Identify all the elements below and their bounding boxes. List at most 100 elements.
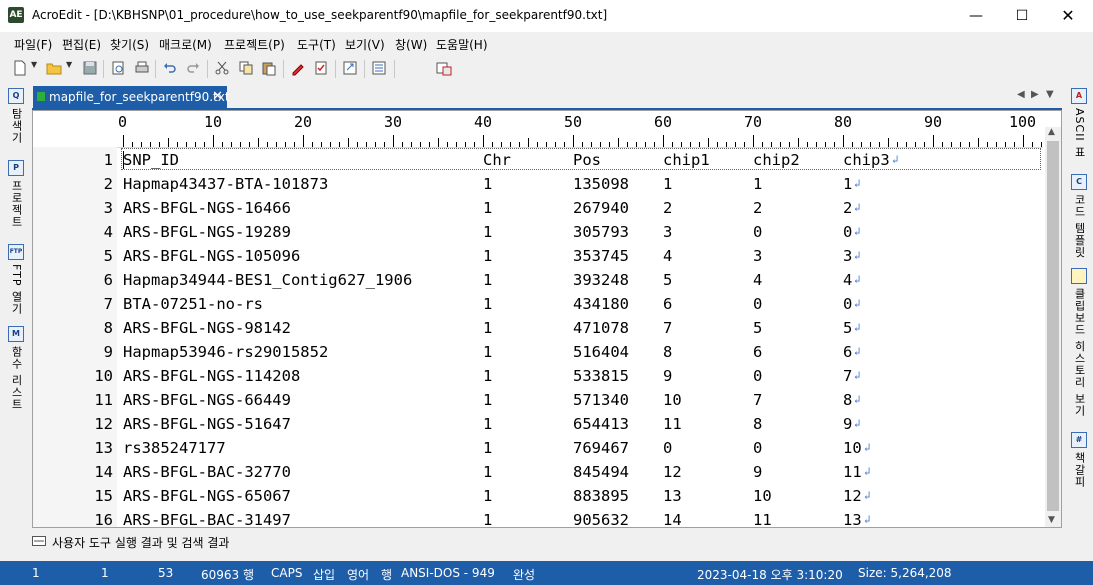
cell-chr: 1 — [483, 487, 493, 505]
explorer-tab[interactable]: Q 탐색기 — [8, 88, 24, 144]
new-file-icon[interactable] — [12, 60, 28, 76]
cut-icon[interactable] — [214, 60, 230, 76]
undo-icon[interactable] — [162, 60, 178, 76]
menu-help[interactable]: 도움말(H) — [436, 36, 488, 53]
text-line[interactable]: 2 Hapmap43437-BTA-101873 1 135098 1 1 1 ↲ — [33, 172, 1043, 196]
tab-mapfile[interactable]: mapfile_for_seekparentf90.txt ✕ — [33, 86, 230, 108]
ftp-icon: FTP — [8, 244, 24, 260]
menu-view[interactable]: 보기(V) — [345, 36, 385, 53]
tab-list-dropdown-icon[interactable]: ▼ — [1046, 89, 1054, 100]
tab-scroll-right-icon[interactable]: ▶ — [1031, 89, 1039, 100]
cell-chip3: 0 — [843, 295, 853, 313]
text-line[interactable]: 14 ARS-BFGL-BAC-32770 1 845494 12 9 11 ↲ — [33, 460, 1043, 484]
toolbar-separator — [155, 60, 156, 78]
cell-snp-id: ARS-BFGL-NGS-114208 — [123, 367, 301, 385]
cell-chr: 1 — [483, 271, 493, 289]
ftp-tab[interactable]: FTP FTP 열기 — [8, 244, 24, 315]
copy-icon[interactable] — [238, 60, 254, 76]
clipboard-history-tab[interactable]: 클립보드 히스토리 보기 — [1071, 268, 1087, 417]
ascii-table-tab[interactable]: A ASCII 표 — [1071, 88, 1087, 158]
text-line[interactable]: 5 ARS-BFGL-NGS-105096 1 353745 4 3 3 ↲ — [33, 244, 1043, 268]
tab-scroll-left-icon[interactable]: ◀ — [1017, 89, 1025, 100]
menu-project[interactable]: 프로젝트(P) — [224, 36, 285, 53]
text-line[interactable]: 12 ARS-BFGL-NGS-51647 1 654413 11 8 9 ↲ — [33, 412, 1043, 436]
text-line[interactable]: 3 ARS-BFGL-NGS-16466 1 267940 2 2 2 ↲ — [33, 196, 1043, 220]
cell-chip2: chip2 — [753, 151, 800, 169]
cell-chr: 1 — [483, 511, 493, 528]
text-line[interactable]: 1 SNP_ID Chr Pos chip1 chip2 chip3 ↲ — [33, 148, 1043, 172]
text-editor[interactable]: 0 10 20 30 40 50 60 70 80 90 100 1 SNP_ID… — [32, 110, 1062, 528]
list-view-icon[interactable] — [371, 60, 387, 76]
line-number: 4 — [103, 223, 113, 241]
cell-snp-id: ARS-BFGL-NGS-65067 — [123, 487, 291, 505]
text-line[interactable]: 10 ARS-BFGL-NGS-114208 1 533815 9 0 7 ↲ — [33, 364, 1043, 388]
line-end-marker-icon: ↲ — [854, 273, 861, 286]
status-line-count: 60963 행 — [201, 568, 255, 582]
ruler-label: 90 — [924, 113, 943, 131]
print-preview-icon[interactable] — [110, 60, 126, 76]
status-column: 1 — [101, 566, 109, 580]
menu-window[interactable]: 창(W) — [395, 36, 427, 53]
column-mode-icon[interactable] — [436, 60, 452, 76]
bookmark-tab[interactable]: # 책갈피 — [1071, 432, 1087, 488]
print-icon[interactable] — [134, 60, 150, 76]
highlight-icon[interactable] — [290, 60, 306, 76]
window-title: AcroEdit - [D:\KBHSNP\01_procedure\how_t… — [32, 8, 608, 22]
code-template-tab[interactable]: C 코드 템플릿 — [1071, 174, 1087, 259]
bookmark-tab-label: 책갈피 — [1073, 452, 1086, 488]
cell-snp-id: ARS-BFGL-BAC-31497 — [123, 511, 291, 528]
open-folder-icon[interactable] — [46, 60, 62, 76]
redo-icon[interactable] — [185, 60, 201, 76]
line-number: 11 — [94, 391, 113, 409]
text-line[interactable]: 11 ARS-BFGL-NGS-66449 1 571340 10 7 8 ↲ — [33, 388, 1043, 412]
cell-chip1: 2 — [663, 199, 673, 217]
tab-close-icon[interactable]: ✕ — [212, 86, 223, 108]
minimize-button[interactable]: — — [953, 0, 999, 32]
text-line[interactable]: 15 ARS-BFGL-NGS-65067 1 883895 13 10 12 ↲ — [33, 484, 1043, 508]
save-icon[interactable] — [82, 60, 98, 76]
text-line[interactable]: 8 ARS-BFGL-NGS-98142 1 471078 7 5 5 ↲ — [33, 316, 1043, 340]
open-dropdown-icon[interactable]: ▼ — [66, 60, 82, 76]
cell-chr: 1 — [483, 199, 493, 217]
text-line[interactable]: 13 rs385247177 1 769467 0 0 10 ↲ — [33, 436, 1043, 460]
goto-icon[interactable] — [342, 60, 358, 76]
cell-chip3: 2 — [843, 199, 853, 217]
line-number: 6 — [103, 271, 113, 289]
cell-chip2: 2 — [753, 199, 763, 217]
line-end-marker-icon: ↲ — [854, 369, 861, 382]
vertical-scrollbar[interactable]: ▲ ▼ — [1045, 127, 1061, 527]
maximize-button[interactable]: ☐ — [999, 0, 1045, 32]
scrollbar-thumb[interactable] — [1047, 141, 1059, 511]
cell-chip3: 1 — [843, 175, 853, 193]
text-caret — [123, 151, 124, 169]
text-line[interactable]: 9 Hapmap53946-rs29015852 1 516404 8 6 6 ↲ — [33, 340, 1043, 364]
text-line[interactable]: 4 ARS-BFGL-NGS-19289 1 305793 3 0 0 ↲ — [33, 220, 1043, 244]
menu-file[interactable]: 파일(F) — [14, 36, 52, 53]
menu-tools[interactable]: 도구(T) — [297, 36, 336, 53]
new-file-dropdown-icon[interactable]: ▼ — [31, 60, 47, 76]
cell-chip2: 11 — [753, 511, 772, 528]
ruler-ticks — [123, 135, 1042, 147]
cell-chip1: 7 — [663, 319, 673, 337]
close-button[interactable]: ✕ — [1045, 0, 1091, 32]
scroll-up-icon[interactable]: ▲ — [1048, 127, 1055, 137]
menu-edit[interactable]: 편집(E) — [62, 36, 101, 53]
scroll-down-icon[interactable]: ▼ — [1048, 515, 1055, 525]
text-line[interactable]: 7 BTA-07251-no-rs 1 434180 6 0 0 ↲ — [33, 292, 1043, 316]
function-list-tab[interactable]: M 함수 리스트 — [8, 326, 24, 411]
cell-chip2: 1 — [753, 175, 763, 193]
line-number: 13 — [94, 439, 113, 457]
cell-pos: 393248 — [573, 271, 629, 289]
paste-icon[interactable] — [261, 60, 277, 76]
project-tab[interactable]: P 프로젝트 — [8, 160, 24, 228]
clipboard-history-tab-label: 클립보드 히스토리 보기 — [1073, 288, 1086, 417]
line-end-marker-icon: ↲ — [864, 513, 871, 526]
output-panel-tab[interactable]: 사용자 도구 실행 결과 및 검색 결과 — [32, 532, 632, 552]
bookmark-toggle-icon[interactable] — [313, 60, 329, 76]
text-line[interactable]: 16 ARS-BFGL-BAC-31497 1 905632 14 11 13 ↲ — [33, 508, 1043, 528]
ruler-label: 20 — [294, 113, 313, 131]
toolbar-separator — [103, 60, 104, 78]
text-line[interactable]: 6 Hapmap34944-BES1_Contig627_1906 1 393248 5… — [33, 268, 1043, 292]
menu-macro[interactable]: 매크로(M) — [159, 36, 212, 53]
menu-find[interactable]: 찾기(S) — [110, 36, 149, 53]
